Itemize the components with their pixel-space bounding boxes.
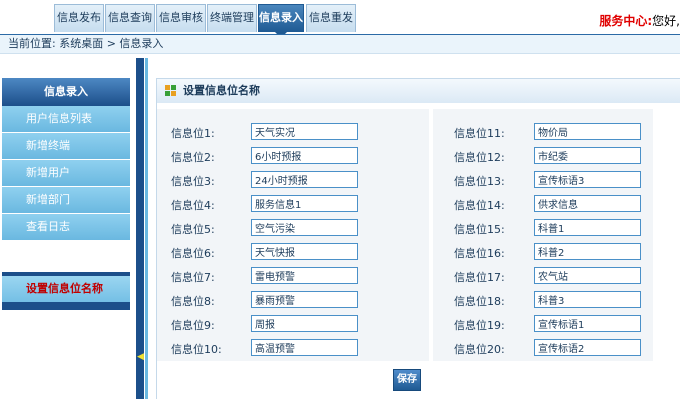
tab-info-review[interactable]: 信息审核 [156, 4, 206, 32]
tab-info-resend[interactable]: 信息重发 [306, 4, 356, 32]
field-label: 信息位12: [454, 151, 505, 164]
field-label: 信息位4: [171, 199, 215, 212]
info-slot-15-input[interactable] [534, 219, 641, 236]
sidebar-divider [2, 302, 130, 310]
sidebar-header[interactable]: 信息录入 [2, 78, 130, 106]
field-label: 信息位15: [454, 223, 505, 236]
info-slot-11-input[interactable] [534, 123, 641, 140]
info-slot-14-input[interactable] [534, 195, 641, 212]
field-label: 信息位16: [454, 247, 505, 260]
sidebar-gap [2, 241, 130, 272]
tab-info-publish[interactable]: 信息发布 [54, 4, 104, 32]
sidebar-item-set-info-names[interactable]: 设置信息位名称 [2, 276, 130, 302]
content-panel: 设置信息位名称 信息位1: 信息位2: 信息位3: 信息位4: 信息位5: 信息… [156, 78, 680, 399]
info-slot-13-input[interactable] [534, 171, 641, 188]
sidebar-item-add-terminal[interactable]: 新增终端 [2, 133, 130, 160]
breadcrumb: 当前位置: 系统桌面 > 信息录入 [0, 34, 680, 54]
field-label: 信息位13: [454, 175, 505, 188]
info-slot-19-input[interactable] [534, 315, 641, 332]
info-slot-7-input[interactable] [251, 267, 358, 284]
info-slot-4-input[interactable] [251, 195, 358, 212]
splitter[interactable] [136, 58, 144, 399]
sidebar-item-add-department[interactable]: 新增部门 [2, 187, 130, 214]
field-label: 信息位11: [454, 127, 505, 140]
save-button[interactable]: 保存 [393, 369, 421, 391]
splitter-line [145, 58, 148, 399]
field-label: 信息位1: [171, 127, 215, 140]
tab-info-query[interactable]: 信息查询 [105, 4, 155, 32]
arrow-left-icon[interactable]: ◀ [137, 352, 144, 362]
field-label: 信息位9: [171, 319, 215, 332]
info-slot-5-input[interactable] [251, 219, 358, 236]
info-slot-3-input[interactable] [251, 171, 358, 188]
info-slot-9-input[interactable] [251, 315, 358, 332]
grid-icon [165, 85, 177, 97]
field-label: 信息位8: [171, 295, 215, 308]
sidebar-item-user-list[interactable]: 用户信息列表 [2, 106, 130, 133]
field-label: 信息位14: [454, 199, 505, 212]
top-nav: 信息发布 信息查询 信息审核 终端管理 信息录入 信息重发 服务中心:您好, [0, 0, 680, 38]
field-label: 信息位20: [454, 343, 505, 356]
greeting-text: 您好, [652, 14, 680, 28]
info-slot-8-input[interactable] [251, 291, 358, 308]
info-slot-1-input[interactable] [251, 123, 358, 140]
info-slot-18-input[interactable] [534, 291, 641, 308]
tab-info-entry[interactable]: 信息录入 [258, 4, 304, 38]
field-label: 信息位19: [454, 319, 505, 332]
info-slot-17-input[interactable] [534, 267, 641, 284]
info-slot-16-input[interactable] [534, 243, 641, 260]
info-slot-6-input[interactable] [251, 243, 358, 260]
sidebar-item-view-log[interactable]: 查看日志 [2, 214, 130, 241]
panel-title: 设置信息位名称 [183, 84, 260, 97]
info-slot-20-input[interactable] [534, 339, 641, 356]
info-slot-12-input[interactable] [534, 147, 641, 164]
field-label: 信息位10: [171, 343, 222, 356]
field-label: 信息位17: [454, 271, 505, 284]
panel-header: 设置信息位名称 [157, 79, 680, 103]
tab-terminal-manage[interactable]: 终端管理 [207, 4, 257, 32]
sidebar-item-add-user[interactable]: 新增用户 [2, 160, 130, 187]
field-label: 信息位7: [171, 271, 215, 284]
service-center-label: 服务中心: [599, 14, 653, 28]
field-label: 信息位3: [171, 175, 215, 188]
field-label: 信息位5: [171, 223, 215, 236]
info-slot-2-input[interactable] [251, 147, 358, 164]
field-label: 信息位2: [171, 151, 215, 164]
info-slot-10-input[interactable] [251, 339, 358, 356]
field-label: 信息位18: [454, 295, 505, 308]
sidebar: 信息录入 用户信息列表 新增终端 新增用户 新增部门 查看日志 设置信息位名称 [2, 78, 130, 399]
service-center: 服务中心:您好, [599, 12, 680, 29]
field-label: 信息位6: [171, 247, 215, 260]
